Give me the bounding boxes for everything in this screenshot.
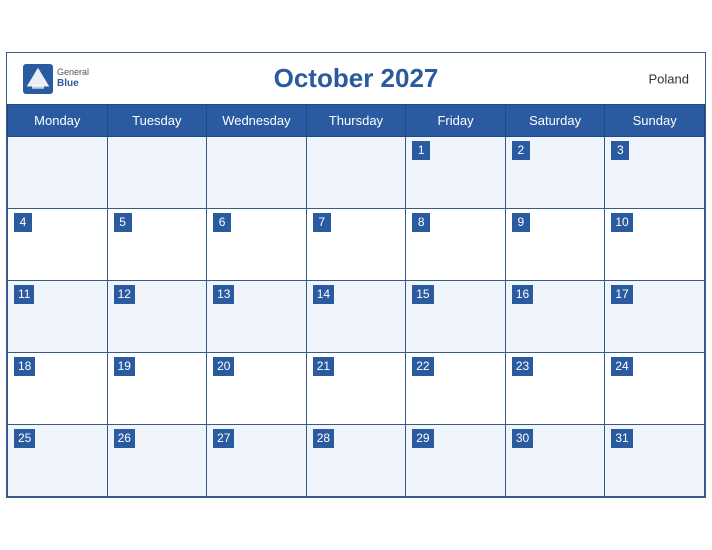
country-label: Poland — [649, 71, 689, 86]
day-cell: 5 — [107, 209, 207, 281]
week-row-4: 18 19 20 21 22 23 24 — [8, 353, 705, 425]
calendar-title: October 2027 — [274, 63, 439, 94]
header-monday: Monday — [8, 105, 108, 137]
day-cell: 9 — [505, 209, 605, 281]
day-cell: 13 — [207, 281, 307, 353]
day-number: 8 — [412, 213, 430, 232]
day-cell: 10 — [605, 209, 705, 281]
day-cell: 3 — [605, 137, 705, 209]
day-cell: 7 — [306, 209, 406, 281]
days-header-row: Monday Tuesday Wednesday Thursday Friday… — [8, 105, 705, 137]
day-cell: 24 — [605, 353, 705, 425]
day-number: 15 — [412, 285, 433, 304]
day-number: 12 — [114, 285, 135, 304]
header-tuesday: Tuesday — [107, 105, 207, 137]
day-number: 6 — [213, 213, 231, 232]
calendar-table: Monday Tuesday Wednesday Thursday Friday… — [7, 104, 705, 497]
day-number: 9 — [512, 213, 530, 232]
day-cell — [207, 137, 307, 209]
day-number: 14 — [313, 285, 334, 304]
day-cell: 4 — [8, 209, 108, 281]
day-cell: 6 — [207, 209, 307, 281]
day-cell — [8, 137, 108, 209]
day-cell: 1 — [406, 137, 506, 209]
day-number: 13 — [213, 285, 234, 304]
day-cell: 15 — [406, 281, 506, 353]
day-number: 24 — [611, 357, 632, 376]
logo-general: General — [57, 68, 89, 78]
day-number: 26 — [114, 429, 135, 448]
day-number: 27 — [213, 429, 234, 448]
day-cell: 23 — [505, 353, 605, 425]
day-number: 21 — [313, 357, 334, 376]
header-saturday: Saturday — [505, 105, 605, 137]
day-cell: 19 — [107, 353, 207, 425]
day-number: 5 — [114, 213, 132, 232]
day-number: 25 — [14, 429, 35, 448]
day-number: 3 — [611, 141, 629, 160]
day-cell: 16 — [505, 281, 605, 353]
header-friday: Friday — [406, 105, 506, 137]
day-number: 28 — [313, 429, 334, 448]
week-row-3: 11 12 13 14 15 16 17 — [8, 281, 705, 353]
day-cell: 31 — [605, 425, 705, 497]
day-number: 18 — [14, 357, 35, 376]
day-cell: 25 — [8, 425, 108, 497]
logo-text: General Blue — [57, 68, 89, 89]
header-sunday: Sunday — [605, 105, 705, 137]
day-cell: 12 — [107, 281, 207, 353]
day-cell: 18 — [8, 353, 108, 425]
day-number: 31 — [611, 429, 632, 448]
day-number: 19 — [114, 357, 135, 376]
day-number: 20 — [213, 357, 234, 376]
day-cell — [306, 137, 406, 209]
day-number: 4 — [14, 213, 32, 232]
day-cell: 28 — [306, 425, 406, 497]
day-cell: 11 — [8, 281, 108, 353]
header-thursday: Thursday — [306, 105, 406, 137]
day-number: 22 — [412, 357, 433, 376]
day-cell: 27 — [207, 425, 307, 497]
generalblue-logo-icon — [23, 64, 53, 94]
week-row-5: 25 26 27 28 29 30 31 — [8, 425, 705, 497]
day-cell: 26 — [107, 425, 207, 497]
day-cell: 2 — [505, 137, 605, 209]
day-cell: 17 — [605, 281, 705, 353]
week-row-1: 1 2 3 — [8, 137, 705, 209]
day-number: 30 — [512, 429, 533, 448]
calendar-header: General Blue October 2027 Poland — [7, 53, 705, 104]
day-number: 17 — [611, 285, 632, 304]
day-cell — [107, 137, 207, 209]
logo-blue: Blue — [57, 78, 89, 89]
week-row-2: 4 5 6 7 8 9 10 — [8, 209, 705, 281]
day-cell: 20 — [207, 353, 307, 425]
header-wednesday: Wednesday — [207, 105, 307, 137]
day-number: 2 — [512, 141, 530, 160]
day-cell: 14 — [306, 281, 406, 353]
day-cell: 21 — [306, 353, 406, 425]
day-number: 7 — [313, 213, 331, 232]
day-cell: 22 — [406, 353, 506, 425]
logo-area: General Blue — [23, 64, 89, 94]
day-number: 1 — [412, 141, 430, 160]
day-cell: 8 — [406, 209, 506, 281]
day-number: 29 — [412, 429, 433, 448]
day-number: 16 — [512, 285, 533, 304]
day-cell: 29 — [406, 425, 506, 497]
day-number: 23 — [512, 357, 533, 376]
day-number: 10 — [611, 213, 632, 232]
day-number: 11 — [14, 285, 34, 304]
day-cell: 30 — [505, 425, 605, 497]
calendar-container: General Blue October 2027 Poland Monday … — [6, 52, 706, 498]
